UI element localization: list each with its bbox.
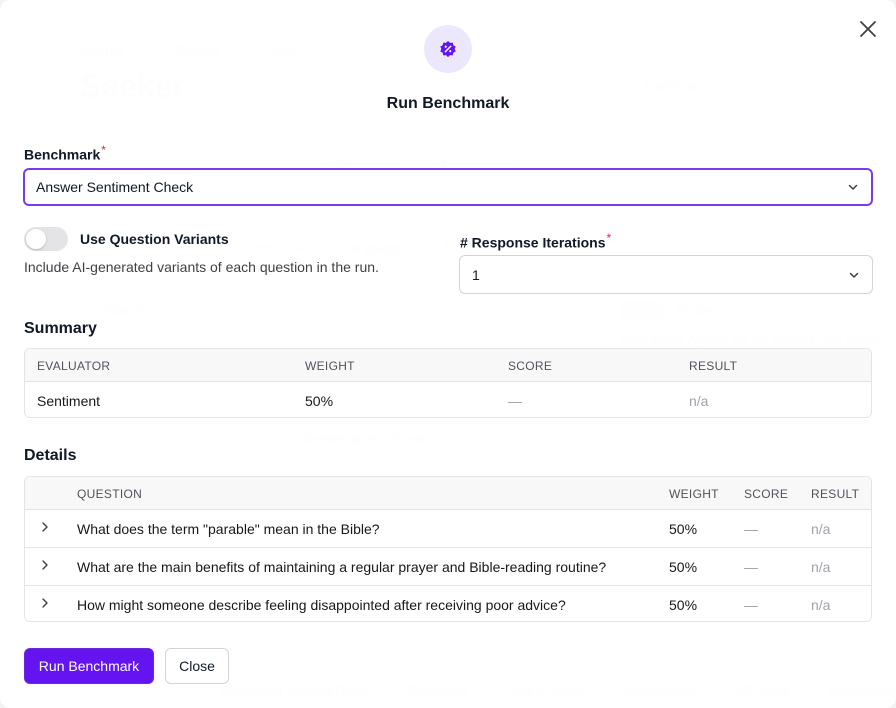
response-iterations-label: # Response Iterations* <box>460 231 611 251</box>
details-header-result: RESULT <box>811 487 860 501</box>
summary-header-score: SCORE <box>508 359 553 373</box>
details-table-header: QUESTION WEIGHT SCORE RESULT <box>25 477 871 510</box>
summary-weight: 50% <box>305 393 334 409</box>
table-row: How might someone describe feeling disap… <box>25 586 871 621</box>
benchmark-label-text: Benchmark <box>24 146 101 163</box>
close-button[interactable]: Close <box>165 648 229 684</box>
benchmark-select-value: Answer Sentiment Check <box>36 179 194 195</box>
details-weight: 50% <box>669 521 698 537</box>
response-iterations-label-text: # Response Iterations <box>460 234 606 251</box>
chevron-right-icon[interactable] <box>37 557 53 573</box>
required-mark: * <box>606 231 612 245</box>
close-icon[interactable] <box>856 17 880 41</box>
use-question-variants-helper: Include AI-generated variants of each qu… <box>24 259 379 275</box>
details-result: n/a <box>811 521 831 537</box>
details-question: How might someone describe feeling disap… <box>77 597 566 613</box>
details-result: n/a <box>811 597 831 613</box>
benchmark-select[interactable]: Answer Sentiment Check <box>23 168 873 206</box>
run-benchmark-button[interactable]: Run Benchmark <box>24 648 154 684</box>
summary-result: n/a <box>689 393 709 409</box>
toggle-knob <box>26 229 46 249</box>
details-score: — <box>744 559 758 575</box>
chevron-down-icon <box>849 272 859 278</box>
table-row: What does the term "parable" mean in the… <box>25 510 871 548</box>
summary-table: EVALUATOR WEIGHT SCORE RESULT Sentiment … <box>24 348 872 418</box>
summary-score: — <box>508 393 522 409</box>
details-question: What does the term "parable" mean in the… <box>77 521 380 537</box>
details-title: Details <box>24 447 77 464</box>
summary-header-weight: WEIGHT <box>305 359 355 373</box>
chevron-right-icon[interactable] <box>37 595 53 611</box>
details-result: n/a <box>811 559 831 575</box>
chevron-right-icon[interactable] <box>37 519 53 535</box>
response-iterations-value: 1 <box>472 266 480 283</box>
details-score: — <box>744 597 758 613</box>
details-header-score: SCORE <box>744 487 789 501</box>
details-table: QUESTION WEIGHT SCORE RESULT What does t… <box>24 476 872 622</box>
summary-table-header: EVALUATOR WEIGHT SCORE RESULT <box>25 349 871 382</box>
summary-title: Summary <box>24 320 97 337</box>
use-question-variants-label: Use Question Variants <box>80 231 229 247</box>
chevron-down-icon <box>848 184 858 190</box>
summary-header-result: RESULT <box>689 359 738 373</box>
details-weight: 50% <box>669 597 698 613</box>
details-score: — <box>744 521 758 537</box>
summary-evaluator: Sentiment <box>37 393 101 409</box>
hero-icon-wrapper <box>424 25 472 73</box>
summary-header-evaluator: EVALUATOR <box>37 359 111 373</box>
details-weight: 50% <box>669 559 698 575</box>
use-question-variants-toggle[interactable] <box>24 227 68 251</box>
details-header-question: QUESTION <box>77 487 143 501</box>
table-row: What are the main benefits of maintainin… <box>25 548 871 586</box>
benchmark-label: Benchmark* <box>24 143 106 163</box>
required-mark: * <box>101 143 106 157</box>
details-question: What are the main benefits of maintainin… <box>77 559 607 575</box>
run-benchmark-modal: Run Benchmark Benchmark* Answer Sentimen… <box>0 0 896 708</box>
table-row: Sentiment 50% — n/a <box>25 382 871 417</box>
details-header-weight: WEIGHT <box>669 487 719 501</box>
response-iterations-select[interactable]: 1 <box>459 255 873 294</box>
percent-badge-icon <box>440 40 456 58</box>
modal-title: Run Benchmark <box>386 95 510 112</box>
